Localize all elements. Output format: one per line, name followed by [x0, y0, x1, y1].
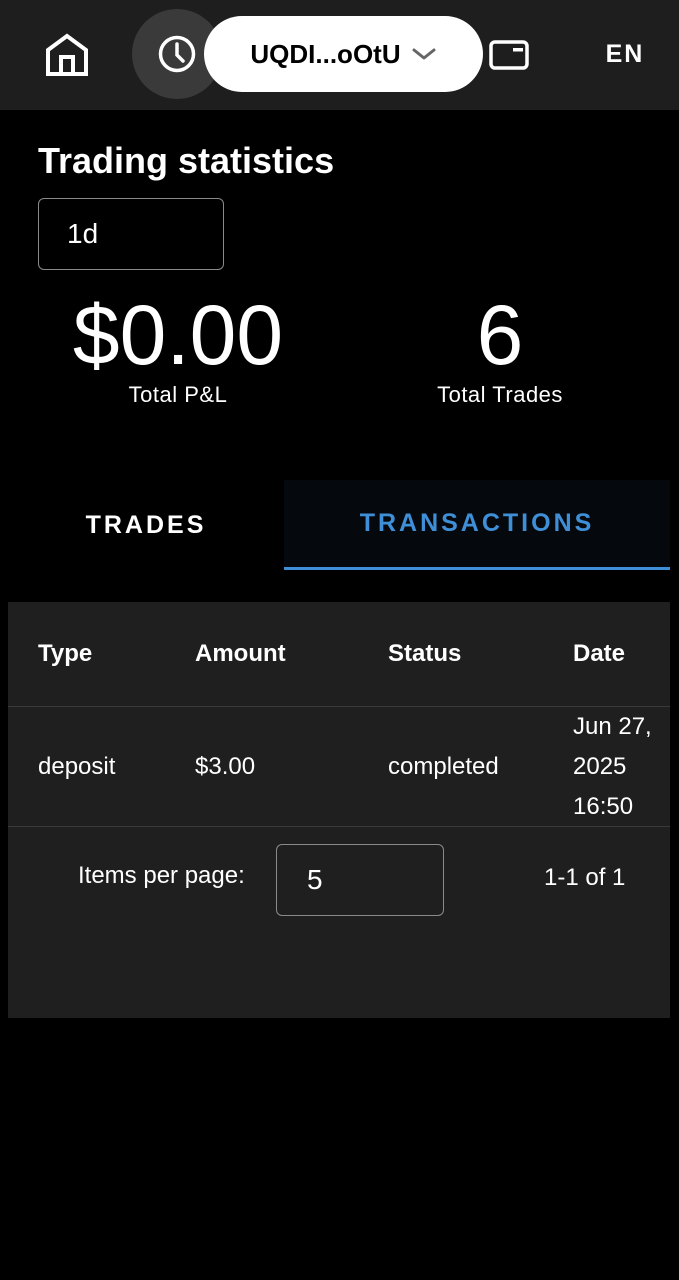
total-trades-value: 6 [476, 288, 524, 382]
items-per-page-value: 5 [307, 864, 323, 895]
clock-icon [158, 35, 196, 73]
items-per-page-label: Items per page: [78, 862, 245, 889]
column-header-status[interactable]: Status [388, 602, 461, 706]
wallet-card-button[interactable] [474, 10, 544, 100]
transactions-table: Type Amount Status Date deposit $3.00 co… [8, 602, 670, 1018]
tab-transactions[interactable]: TRANSACTIONS [284, 480, 670, 570]
home-button[interactable] [22, 10, 112, 100]
period-value: 1d [67, 218, 99, 249]
cell-date-line2: 2025 [573, 752, 627, 780]
cell-type: deposit [38, 752, 116, 780]
home-icon [46, 33, 88, 76]
items-per-page-select[interactable]: 5 [276, 844, 444, 916]
total-pnl-label: Total P&L [128, 382, 228, 407]
total-trades-label: Total Trades [437, 382, 563, 407]
total-pnl-value: $0.00 [72, 288, 284, 382]
row-divider [8, 826, 670, 827]
column-header-date[interactable]: Date [573, 602, 670, 706]
total-pnl-stat: $0.00 Total P&L [28, 290, 328, 408]
cell-date-line1: Jun 27, [573, 712, 652, 740]
column-header-amount[interactable]: Amount [195, 602, 286, 706]
language-switcher[interactable]: EN [590, 30, 660, 78]
cell-amount: $3.00 [195, 752, 256, 780]
total-trades-stat: 6 Total Trades [400, 290, 600, 408]
tab-trades[interactable]: TRADES [8, 480, 284, 570]
card-icon [489, 40, 529, 70]
cell-date-line3: 16:50 [573, 792, 634, 820]
pagination-range: 1-1 of 1 [544, 864, 626, 891]
column-header-type[interactable]: Type [38, 602, 92, 706]
wallet-address: UQDI...oOtU [250, 38, 401, 69]
cell-date: Jun 27, 2025 16:50 [573, 707, 670, 826]
cell-status: completed [388, 752, 499, 780]
top-app-bar: UQDI...oOtU EN [0, 0, 679, 110]
chevron-down-icon [412, 48, 436, 60]
period-select[interactable]: 1d [38, 198, 224, 270]
page-title: Trading statistics [38, 140, 335, 181]
wallet-selector[interactable]: UQDI...oOtU [204, 16, 483, 92]
